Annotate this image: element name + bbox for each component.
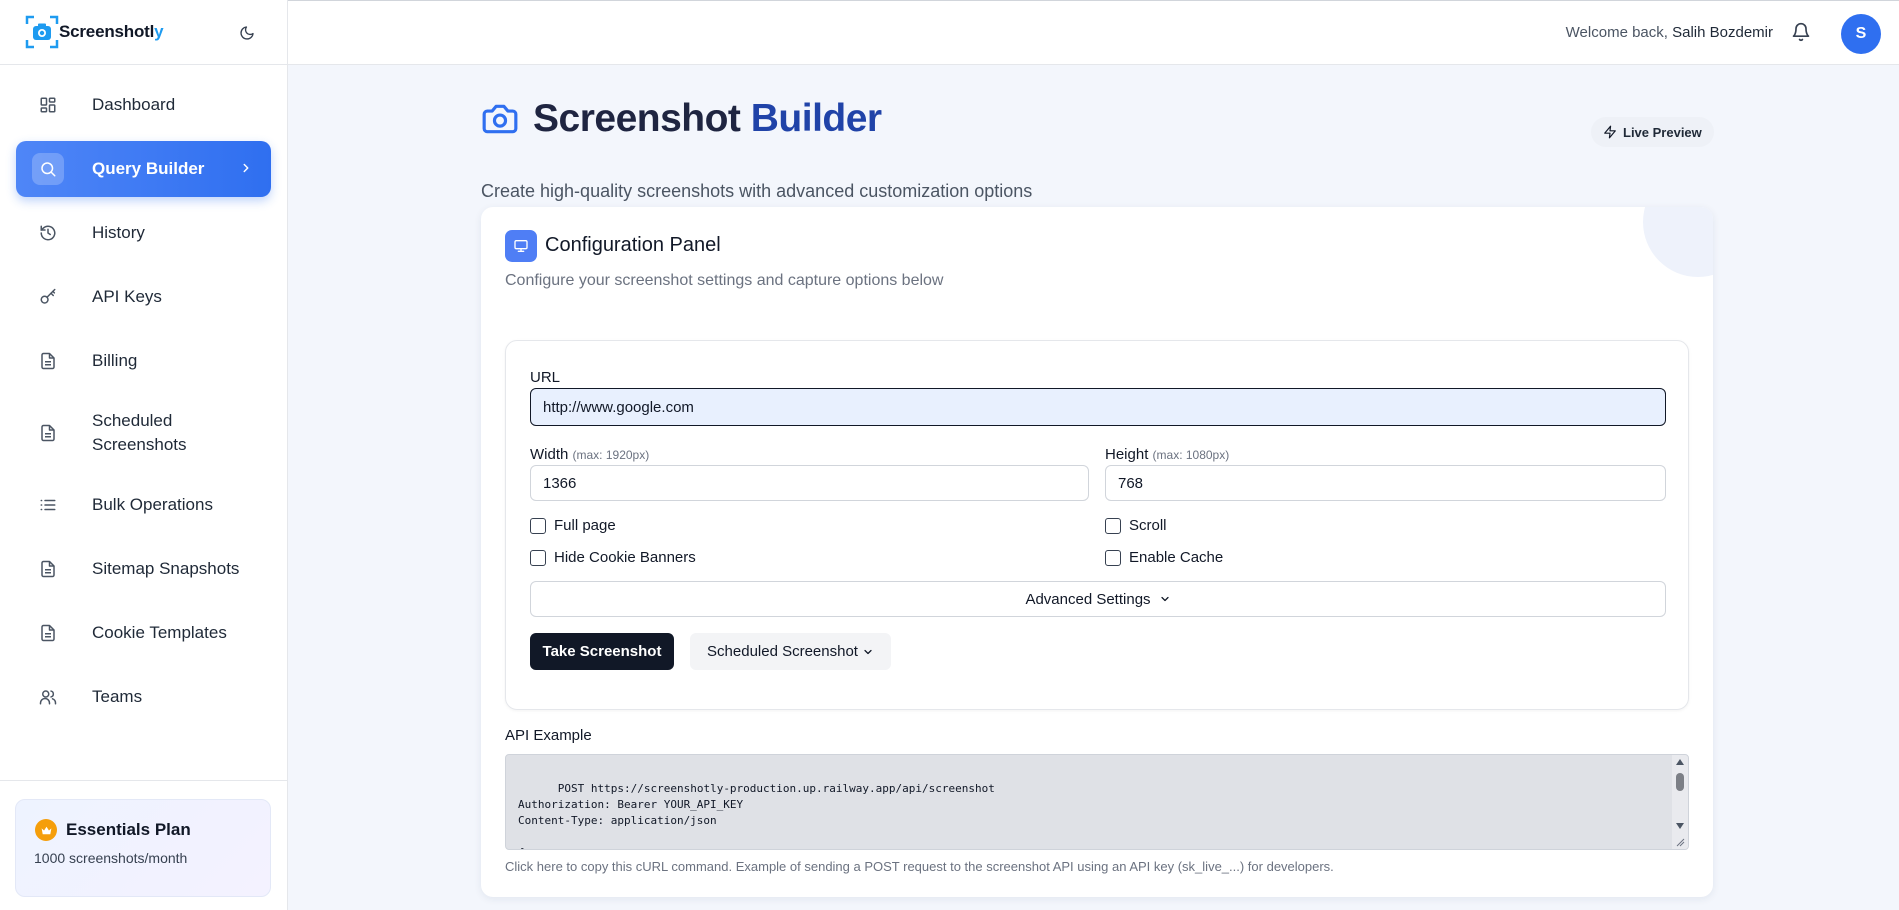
checkbox-box[interactable]: [530, 549, 546, 566]
list-icon: [38, 495, 58, 515]
sidebar-item-label: History: [92, 223, 145, 242]
screenshot-form: URL http://www.google.com Width (max: 19…: [505, 340, 1689, 710]
api-scrollbar[interactable]: [1672, 755, 1688, 849]
live-preview-button[interactable]: Live Preview: [1591, 117, 1714, 147]
configuration-panel: Configuration Panel Configure your scree…: [481, 207, 1713, 897]
sidebar-nav: Dashboard Query Builder History API Keys: [0, 65, 287, 725]
sidebar-item-dashboard[interactable]: Dashboard: [16, 77, 271, 133]
sidebar-item-api-keys[interactable]: API Keys: [16, 269, 271, 325]
panel-subtitle: Configure your screenshot settings and c…: [505, 272, 944, 289]
lightning-icon: [1604, 125, 1616, 139]
chevron-down-icon: [1160, 596, 1169, 602]
document-icon: [38, 351, 58, 371]
sidebar-item-label: Bulk Operations: [92, 495, 213, 514]
sidebar-item-label: Billing: [92, 351, 138, 370]
url-label: URL: [530, 369, 561, 386]
sidebar-item-label: Teams: [92, 687, 143, 706]
advanced-settings-toggle[interactable]: Advanced Settings: [530, 581, 1666, 617]
height-label: Height (max: 1080px): [1105, 446, 1230, 463]
plan-title: Essentials Plan: [66, 820, 191, 839]
full-page-checkbox[interactable]: Full page: [530, 517, 616, 534]
sidebar-item-bulk-operations[interactable]: Bulk Operations: [16, 477, 271, 533]
sidebar-item-history[interactable]: History: [16, 205, 271, 261]
sidebar-item-query-builder[interactable]: Query Builder: [16, 141, 271, 197]
page-title: Screenshot Builder: [481, 97, 882, 141]
scrollbar-thumb[interactable]: [1676, 773, 1684, 791]
enable-cache-checkbox[interactable]: Enable Cache: [1105, 549, 1223, 566]
sidebar-item-label: Dashboard: [92, 95, 176, 114]
history-icon: [38, 223, 58, 243]
camera-logo-icon: [25, 15, 59, 49]
scheduled-screenshot-button[interactable]: Scheduled Screenshot: [690, 633, 891, 670]
bell-icon[interactable]: [1791, 22, 1813, 44]
plan-area: Essentials Plan 1000 screenshots/month: [0, 780, 287, 910]
checkbox-box[interactable]: [1105, 517, 1121, 534]
page-title-text: Screenshot Builder: [533, 97, 882, 140]
monitor-icon: [505, 230, 537, 262]
moon-icon[interactable]: [236, 22, 258, 44]
scroll-checkbox[interactable]: Scroll: [1105, 517, 1167, 534]
users-icon: [38, 687, 58, 707]
welcome-text: Welcome back, Salih Bozdemir: [1565, 24, 1773, 41]
width-label: Width (max: 1920px): [530, 446, 650, 463]
url-input[interactable]: http://www.google.com: [530, 388, 1666, 426]
brand-name: Screenshotly: [59, 22, 164, 41]
height-input[interactable]: 768: [1105, 465, 1666, 501]
topbar: Welcome back, Salih Bozdemir S: [288, 0, 1899, 65]
api-example-label: API Example: [505, 727, 592, 744]
crown-icon: [35, 819, 57, 841]
plan-card[interactable]: Essentials Plan 1000 screenshots/month: [15, 799, 271, 897]
search-icon: [32, 153, 64, 185]
key-icon: [38, 287, 58, 307]
document-icon: [38, 423, 58, 443]
sidebar-item-label: Query Builder: [92, 159, 205, 178]
document-icon: [38, 623, 58, 643]
document-icon: [38, 559, 58, 579]
dashboard-icon: [38, 95, 58, 115]
sidebar-item-cookie-templates[interactable]: Cookie Templates: [16, 605, 271, 661]
sidebar-item-label: Sitemap Snapshots: [92, 559, 240, 578]
main-content: Screenshot Builder Create high-quality s…: [288, 65, 1899, 910]
sidebar-item-label: Scheduled Screenshots: [92, 411, 187, 454]
sidebar-item-sitemap-snapshots[interactable]: Sitemap Snapshots: [16, 541, 271, 597]
camera-icon: [481, 100, 519, 138]
api-copy-note[interactable]: Click here to copy this cURL command. Ex…: [505, 859, 1334, 874]
sidebar-item-teams[interactable]: Teams: [16, 669, 271, 725]
chevron-down-icon: [864, 649, 872, 654]
hide-cookie-banners-checkbox[interactable]: Hide Cookie Banners: [530, 549, 696, 566]
sidebar-item-billing[interactable]: Billing: [16, 333, 271, 389]
sidebar-item-label: API Keys: [92, 287, 162, 306]
plan-subtitle: 1000 screenshots/month: [34, 850, 188, 866]
user-name: Salih Bozdemir: [1672, 24, 1773, 41]
panel-title: Configuration Panel: [545, 234, 721, 256]
page-subtitle: Create high-quality screenshots with adv…: [481, 181, 1033, 201]
checkbox-box[interactable]: [1105, 549, 1121, 566]
sidebar-item-label: Cookie Templates: [92, 623, 227, 642]
panel-decoration: [1643, 207, 1713, 277]
sidebar-item-scheduled-screenshots[interactable]: Scheduled Screenshots: [16, 397, 271, 469]
width-input[interactable]: 1366: [530, 465, 1089, 501]
chevron-right-icon: [239, 161, 253, 180]
checkbox-box[interactable]: [530, 517, 546, 534]
brand[interactable]: Screenshotly: [0, 0, 287, 65]
take-screenshot-button[interactable]: Take Screenshot: [530, 633, 674, 670]
api-example-code[interactable]: POST https://screenshotly-production.up.…: [505, 754, 1689, 850]
avatar[interactable]: S: [1841, 14, 1881, 54]
sidebar: Screenshotly Dashboard Query Builder His…: [0, 0, 288, 910]
